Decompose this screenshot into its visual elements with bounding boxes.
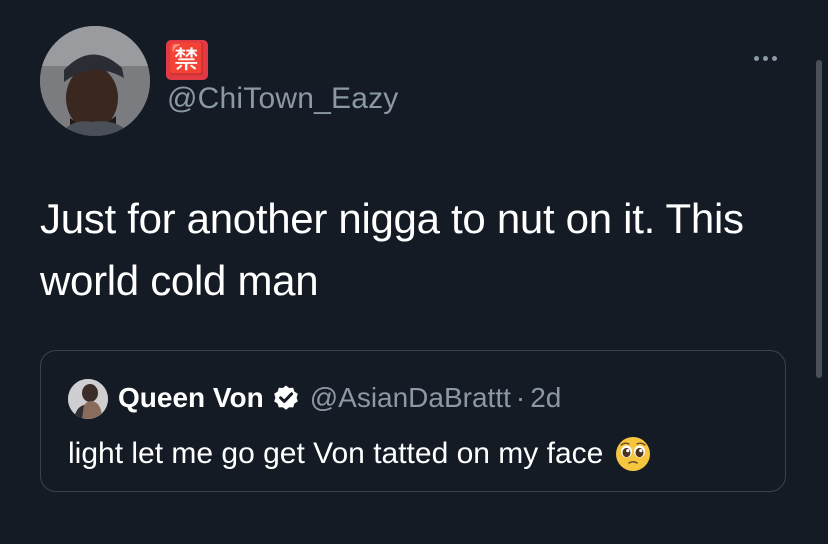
quoted-author-avatar[interactable] xyxy=(68,379,108,419)
quoted-author-handle[interactable]: @AsianDaBrattt xyxy=(310,381,511,415)
quoted-tweet-card[interactable]: Queen Von @AsianDaBrattt · 2d light let … xyxy=(40,350,786,492)
quoted-tweet-text-row: light let me go get Von tatted on my fac… xyxy=(68,435,651,473)
more-icon[interactable] xyxy=(754,56,777,61)
avatar-image xyxy=(40,26,150,136)
quoted-tweet-header: Queen Von @AsianDaBrattt · 2d xyxy=(118,381,561,415)
author-avatar[interactable] xyxy=(40,26,150,136)
quoted-author-name[interactable]: Queen Von xyxy=(118,381,264,415)
verified-badge-icon xyxy=(273,385,298,410)
more-dot xyxy=(772,56,777,61)
separator-dot: · xyxy=(515,382,526,413)
quoted-tweet-text: light let me go get Von tatted on my fac… xyxy=(68,437,604,470)
more-dot xyxy=(754,56,759,61)
more-dot xyxy=(763,56,768,61)
tweet-text: Just for another nigga to nut on it. Thi… xyxy=(40,195,744,304)
pleading-face-icon xyxy=(616,437,651,471)
quoted-avatar-image xyxy=(68,379,108,419)
quoted-tweet-timestamp[interactable]: 2d xyxy=(530,381,561,415)
scrollbar[interactable] xyxy=(816,60,822,378)
author-handle[interactable]: @ChiTown_Eazy xyxy=(167,82,398,116)
display-name-emoji[interactable]: 🈲 xyxy=(166,40,208,80)
